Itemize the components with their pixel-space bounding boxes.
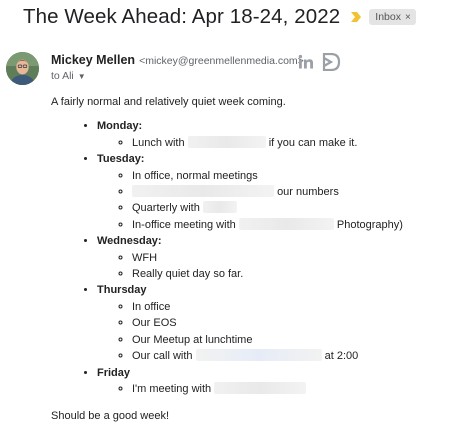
day-name: Tuesday: [97, 153, 145, 166]
sender-email: <mickey@greenmellenmedia.com> [139, 55, 304, 67]
item-text: if you can make it. [268, 136, 358, 149]
list-item: In office [132, 299, 461, 315]
recipient-line: to Ali ▼ [51, 70, 86, 82]
linkedin-icon[interactable] [298, 54, 316, 70]
inbox-label-text: Inbox [375, 11, 401, 23]
item-text: In office [132, 300, 171, 313]
email-subject-row: The Week Ahead: Apr 18-24, 2022 Inbox × [23, 5, 416, 29]
inbox-label-chip: Inbox × [369, 9, 416, 25]
item-text: WFH [132, 251, 158, 264]
list-item: Lunch with if you can make it. [132, 135, 461, 151]
show-details-caret-icon[interactable]: ▼ [78, 72, 86, 81]
list-item: I'm meeting with [132, 381, 461, 397]
item-text: I'm meeting with [132, 382, 212, 395]
sender-name[interactable]: Mickey Mellen [51, 53, 135, 67]
schedule-list: Monday: Lunch with if you can make it. T… [51, 118, 461, 397]
email-outro: Should be a good week! [51, 410, 170, 423]
item-text: Our Meetup at lunchtime [132, 333, 253, 346]
email-subject: The Week Ahead: Apr 18-24, 2022 [23, 5, 341, 28]
item-text: Our call with [132, 350, 193, 363]
item-text: In-office meeting with [132, 218, 236, 231]
redacted-block [238, 217, 334, 230]
redacted-block [214, 381, 307, 394]
list-item: WFH [132, 250, 461, 266]
item-text: our numbers [277, 186, 339, 199]
day-name: Thursday [97, 284, 147, 297]
sender-avatar[interactable] [6, 52, 39, 85]
brand-logo-icon[interactable] [322, 53, 342, 71]
day-item: Monday: Lunch with if you can make it. [97, 118, 461, 151]
item-text: at 2:00 [324, 350, 359, 363]
item-text: Photography) [336, 218, 403, 231]
importance-marker-icon[interactable] [350, 11, 362, 23]
list-item: Quarterly with [132, 200, 461, 216]
redacted-block [202, 201, 237, 214]
item-text: Our EOS [132, 317, 177, 330]
redacted-block [195, 349, 322, 362]
item-text: Really quiet day so far. [132, 268, 244, 281]
recipient-text: to Ali [51, 70, 74, 82]
email-body: A fairly normal and relatively quiet wee… [51, 94, 461, 425]
email-intro: A fairly normal and relatively quiet wee… [51, 96, 286, 108]
list-item: Our call with at 2:00 [132, 348, 461, 364]
sender-social-icons [298, 53, 342, 71]
list-item: Our Meetup at lunchtime [132, 332, 461, 348]
day-name: Monday: [97, 120, 143, 133]
day-name: Wednesday: [97, 235, 162, 248]
list-item: Our EOS [132, 315, 461, 331]
list-item: In-office meeting with Photography) [132, 217, 461, 233]
redacted-block [132, 185, 274, 198]
day-item: Friday I'm meeting with [97, 365, 461, 398]
sender-line: Mickey Mellen <mickey@greenmellenmedia.c… [51, 53, 304, 67]
item-text: Lunch with [132, 136, 185, 149]
day-item: Thursday In office Our EOS Our Meetup at… [97, 282, 461, 364]
day-item: Wednesday: WFH Really quiet day so far. [97, 233, 461, 282]
day-item: Tuesday: In office, normal meetings our … [97, 151, 461, 233]
remove-label-icon[interactable]: × [405, 12, 411, 23]
redacted-block [187, 135, 266, 148]
item-text: Quarterly with [132, 202, 200, 215]
list-item: In office, normal meetings [132, 168, 461, 184]
list-item: our numbers [132, 184, 461, 200]
item-text: In office, normal meetings [132, 169, 258, 182]
day-name: Friday [97, 366, 131, 379]
list-item: Really quiet day so far. [132, 266, 461, 282]
